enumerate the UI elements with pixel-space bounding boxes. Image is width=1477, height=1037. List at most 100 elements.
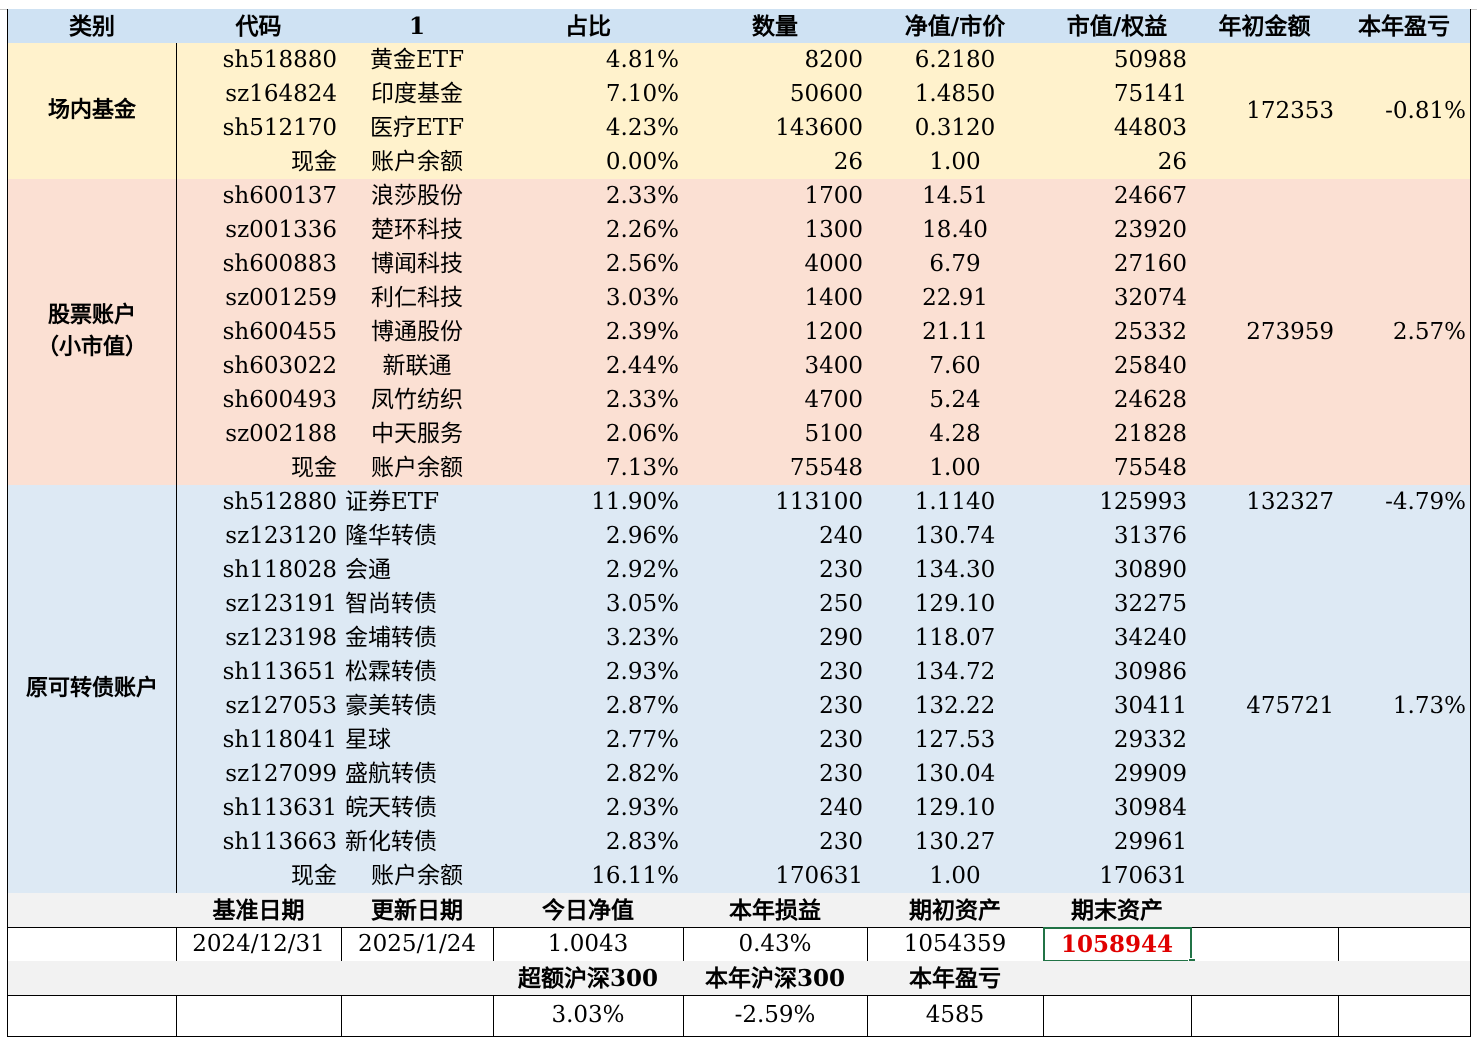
start-amount[interactable]: 273959 <box>1191 179 1339 486</box>
start-amount[interactable]: 172353 <box>1191 43 1339 180</box>
summary-blank[interactable] <box>1338 961 1471 996</box>
row-pct[interactable]: 2.44% <box>493 349 684 384</box>
row-price[interactable]: 134.30 <box>867 553 1044 588</box>
row-qty[interactable]: 170631 <box>683 859 868 894</box>
row-code[interactable]: sz123120 <box>176 519 342 554</box>
row-pct[interactable]: 2.93% <box>493 791 684 826</box>
value-today-nav[interactable]: 1.0043 <box>493 927 684 962</box>
row-code[interactable]: sh118041 <box>176 723 342 758</box>
row-value[interactable]: 29909 <box>1043 757 1192 792</box>
row-price[interactable]: 1.4850 <box>867 77 1044 112</box>
row-pct[interactable]: 0.00% <box>493 145 684 180</box>
row-code[interactable]: sz164824 <box>176 77 342 112</box>
row-qty[interactable]: 1300 <box>683 213 868 248</box>
row-pct[interactable]: 4.81% <box>493 43 684 78</box>
ytd-pl-etf[interactable]: -4.79% <box>1338 485 1471 520</box>
start-amount-etf[interactable]: 132327 <box>1191 485 1339 520</box>
row-qty[interactable]: 230 <box>683 655 868 690</box>
header-pct[interactable]: 占比 <box>493 9 684 44</box>
row-code[interactable]: sh113663 <box>176 825 342 860</box>
row-value[interactable]: 30890 <box>1043 553 1192 588</box>
row-value[interactable]: 21828 <box>1043 417 1192 452</box>
row-price[interactable]: 132.22 <box>867 689 1044 724</box>
row-code[interactable]: 现金 <box>176 859 342 894</box>
row-code[interactable]: sz001336 <box>176 213 342 248</box>
category-cell[interactable]: 股票账户（小市值） <box>8 179 177 486</box>
row-name[interactable]: 账户余额 <box>341 451 494 486</box>
summary-blank[interactable] <box>8 893 177 928</box>
value-ytd-pnl[interactable]: 0.43% <box>683 927 868 962</box>
row-pct[interactable]: 7.10% <box>493 77 684 112</box>
row-price[interactable]: 1.00 <box>867 451 1044 486</box>
header-start-amount[interactable]: 年初金额 <box>1191 9 1339 44</box>
category-cell[interactable]: 场内基金 <box>8 43 177 180</box>
row-value[interactable]: 23920 <box>1043 213 1192 248</box>
row-name[interactable]: 会通 <box>341 553 494 588</box>
row-qty[interactable]: 230 <box>683 553 868 588</box>
label-start-assets[interactable]: 期初资产 <box>867 893 1044 928</box>
summary-blank[interactable] <box>176 961 342 996</box>
row-value[interactable]: 30984 <box>1043 791 1192 826</box>
row-code[interactable]: sz001259 <box>176 281 342 316</box>
row-name[interactable]: 智尚转债 <box>341 587 494 622</box>
row-qty[interactable]: 230 <box>683 723 868 758</box>
summary-blank[interactable] <box>8 995 177 1037</box>
row-qty[interactable]: 75548 <box>683 451 868 486</box>
row-code[interactable]: 现金 <box>176 451 342 486</box>
row-pct[interactable]: 7.13% <box>493 451 684 486</box>
category-cell[interactable]: 原可转债账户 <box>8 485 177 894</box>
row-value[interactable]: 32074 <box>1043 281 1192 316</box>
header-price[interactable]: 净值/市价 <box>867 9 1044 44</box>
row-name[interactable]: 博闻科技 <box>341 247 494 282</box>
row-price[interactable]: 1.00 <box>867 145 1044 180</box>
row-price[interactable]: 118.07 <box>867 621 1044 656</box>
row-qty[interactable]: 8200 <box>683 43 868 78</box>
row-qty[interactable]: 240 <box>683 791 868 826</box>
row-value[interactable]: 27160 <box>1043 247 1192 282</box>
row-pct[interactable]: 2.77% <box>493 723 684 758</box>
summary-blank[interactable] <box>1338 927 1471 962</box>
row-pct[interactable]: 2.39% <box>493 315 684 350</box>
row-qty[interactable]: 113100 <box>683 485 868 520</box>
row-qty[interactable]: 26 <box>683 145 868 180</box>
row-value[interactable]: 34240 <box>1043 621 1192 656</box>
summary-blank[interactable] <box>1191 893 1339 928</box>
row-qty[interactable]: 1400 <box>683 281 868 316</box>
row-name[interactable]: 医疗ETF <box>341 111 494 146</box>
row-pct[interactable]: 2.87% <box>493 689 684 724</box>
summary-blank[interactable] <box>8 927 177 962</box>
row-price[interactable]: 7.60 <box>867 349 1044 384</box>
row-pct[interactable]: 3.03% <box>493 281 684 316</box>
row-pct[interactable]: 2.33% <box>493 383 684 418</box>
row-price[interactable]: 6.79 <box>867 247 1044 282</box>
row-name[interactable]: 黄金ETF <box>341 43 494 78</box>
header-category[interactable]: 类别 <box>8 9 177 44</box>
value-excess-hs300[interactable]: 3.03% <box>493 995 684 1037</box>
row-code[interactable]: sh113651 <box>176 655 342 690</box>
summary-blank[interactable] <box>176 995 342 1037</box>
row-qty[interactable]: 290 <box>683 621 868 656</box>
summary-blank[interactable] <box>341 995 494 1037</box>
row-name[interactable]: 博通股份 <box>341 315 494 350</box>
label-end-assets[interactable]: 期末资产 <box>1043 893 1192 928</box>
row-name[interactable]: 证券ETF <box>341 485 494 520</box>
row-price[interactable]: 127.53 <box>867 723 1044 758</box>
row-pct[interactable]: 2.33% <box>493 179 684 214</box>
row-price[interactable]: 1.1140 <box>867 485 1044 520</box>
row-name[interactable]: 星球 <box>341 723 494 758</box>
row-qty[interactable]: 1200 <box>683 315 868 350</box>
row-value[interactable]: 75141 <box>1043 77 1192 112</box>
row-name[interactable]: 盛航转债 <box>341 757 494 792</box>
row-pct[interactable]: 16.11% <box>493 859 684 894</box>
row-name[interactable]: 账户余额 <box>341 859 494 894</box>
row-code[interactable]: sz123191 <box>176 587 342 622</box>
row-pct[interactable]: 2.96% <box>493 519 684 554</box>
row-price[interactable]: 1.00 <box>867 859 1044 894</box>
summary-blank[interactable] <box>1043 995 1192 1037</box>
summary-blank[interactable] <box>1191 927 1339 962</box>
row-code[interactable]: 现金 <box>176 145 342 180</box>
row-code[interactable]: sh600137 <box>176 179 342 214</box>
row-code[interactable]: sh600883 <box>176 247 342 282</box>
row-price[interactable]: 14.51 <box>867 179 1044 214</box>
row-qty[interactable]: 143600 <box>683 111 868 146</box>
